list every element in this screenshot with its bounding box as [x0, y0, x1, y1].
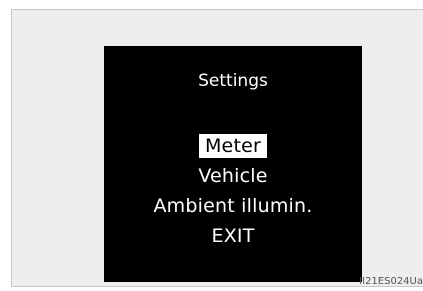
menu-item-vehicle[interactable]: Vehicle: [104, 161, 362, 191]
screen-title: Settings: [198, 71, 268, 91]
display-screen: Settings Meter Vehicle Ambient illumin. …: [104, 46, 362, 282]
figure-frame: Settings Meter Vehicle Ambient illumin. …: [11, 9, 423, 287]
menu-item-ambient-illumination[interactable]: Ambient illumin.: [104, 191, 362, 221]
menu-item-label: EXIT: [211, 225, 255, 247]
menu-item-exit[interactable]: EXIT: [104, 221, 362, 251]
menu-item-meter[interactable]: Meter: [104, 131, 362, 161]
menu-item-label: Meter: [198, 134, 268, 158]
menu-item-label: Ambient illumin.: [153, 195, 313, 217]
figure-code: II21ES024Ua: [359, 276, 423, 287]
menu-item-label: Vehicle: [198, 165, 268, 187]
settings-menu: Meter Vehicle Ambient illumin. EXIT: [104, 131, 362, 251]
